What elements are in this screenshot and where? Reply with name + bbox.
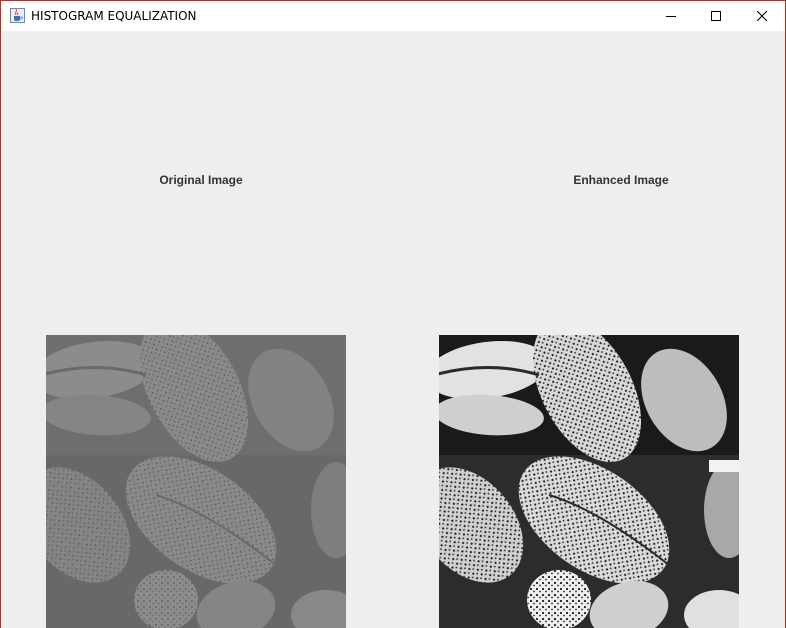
- enhanced-image: [439, 335, 739, 628]
- app-window: HISTOGRAM EQUALIZATION Original Image En…: [0, 0, 786, 628]
- window-title: HISTOGRAM EQUALIZATION: [31, 9, 197, 23]
- maximize-button[interactable]: [693, 1, 739, 31]
- content-pane: Original Image Enhanced Image: [1, 31, 785, 628]
- original-image: [46, 335, 346, 628]
- enhanced-image-label: Enhanced Image: [573, 173, 669, 187]
- maximize-icon: [711, 11, 721, 21]
- minimize-icon: [666, 16, 676, 17]
- title-bar[interactable]: HISTOGRAM EQUALIZATION: [1, 1, 785, 31]
- java-coffee-cup-icon[interactable]: [10, 8, 25, 23]
- minimize-button[interactable]: [648, 1, 694, 31]
- original-image-label: Original Image: [159, 173, 243, 187]
- close-icon: [757, 11, 767, 21]
- close-button[interactable]: [739, 1, 785, 31]
